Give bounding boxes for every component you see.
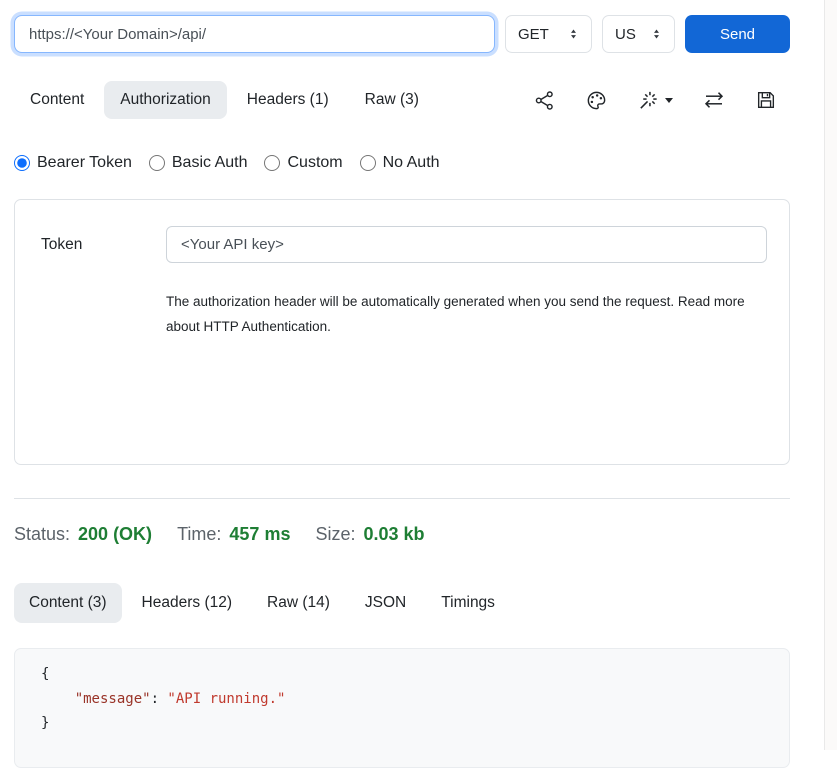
bearer-token-panel: Token The authorization header will be a… [14, 199, 790, 465]
response-tab-json[interactable]: JSON [350, 583, 421, 623]
theme-button[interactable] [585, 89, 608, 112]
token-field-group: The authorization header will be automat… [166, 226, 767, 464]
save-button[interactable] [755, 89, 777, 111]
response-tab-raw[interactable]: Raw (14) [252, 583, 345, 623]
json-close-brace: } [41, 711, 769, 736]
method-select-value: GET [518, 26, 549, 43]
bearer-token-radio[interactable] [14, 155, 30, 171]
basic-auth-radio[interactable] [149, 155, 165, 171]
custom-auth-radio[interactable] [264, 155, 280, 171]
auth-option-label: No Auth [383, 154, 440, 172]
tab-headers[interactable]: Headers (1) [231, 81, 345, 119]
chevron-down-icon [665, 98, 673, 103]
up-down-arrows-icon [568, 28, 579, 40]
palette-icon [585, 89, 608, 112]
tab-content[interactable]: Content [14, 81, 100, 119]
swap-button[interactable] [702, 88, 726, 112]
json-key: "message" [75, 691, 151, 707]
auth-type-options: Bearer Token Basic Auth Custom No Auth [14, 154, 790, 172]
section-divider [14, 498, 790, 499]
request-tabs-row: Content Authorization Headers (1) Raw (3… [14, 81, 790, 119]
tab-authorization[interactable]: Authorization [104, 81, 226, 119]
response-tabs: Content (3) Headers (12) Raw (14) JSON T… [14, 583, 790, 623]
share-icon [533, 89, 556, 112]
magic-wand-icon [637, 89, 660, 112]
time-value: 457 ms [229, 524, 290, 545]
region-select-value: US [615, 26, 636, 43]
response-status-bar: Status: 200 (OK) Time: 457 ms Size: 0.03… [14, 524, 790, 545]
auth-option-bearer-token[interactable]: Bearer Token [14, 154, 132, 172]
json-open-brace: { [41, 662, 769, 687]
api-tester-app: GET US Send Content Authorization Header… [0, 0, 837, 750]
up-down-arrows-icon [651, 28, 662, 40]
response-tab-content[interactable]: Content (3) [14, 583, 122, 623]
status-value: 200 (OK) [78, 524, 152, 545]
size-label: Size: [315, 524, 355, 545]
scrollbar-gutter[interactable] [824, 0, 837, 750]
token-help-text: The authorization header will be automat… [166, 289, 751, 339]
request-bar: GET US Send [14, 0, 790, 53]
json-string-value: "API running." [167, 691, 285, 707]
send-button[interactable]: Send [685, 15, 790, 53]
method-select[interactable]: GET [505, 15, 592, 53]
token-label: Token [41, 226, 166, 464]
json-message-line: "message": "API running." [41, 687, 769, 712]
response-body-panel: { "message": "API running." } [14, 648, 790, 768]
json-separator: : [151, 691, 168, 707]
url-input[interactable] [14, 15, 495, 53]
token-input[interactable] [166, 226, 767, 263]
main-content: GET US Send Content Authorization Header… [14, 0, 790, 768]
auth-option-label: Custom [287, 154, 342, 172]
response-tab-timings[interactable]: Timings [426, 583, 510, 623]
tab-raw[interactable]: Raw (3) [349, 81, 435, 119]
no-auth-radio[interactable] [360, 155, 376, 171]
auth-option-custom[interactable]: Custom [264, 154, 342, 172]
request-toolbar [533, 88, 777, 112]
time-label: Time: [177, 524, 221, 545]
response-tab-headers[interactable]: Headers (12) [127, 583, 247, 623]
auth-option-no-auth[interactable]: No Auth [360, 154, 440, 172]
status-label: Status: [14, 524, 70, 545]
size-value: 0.03 kb [364, 524, 425, 545]
region-select[interactable]: US [602, 15, 675, 53]
generate-code-button[interactable] [637, 89, 673, 112]
request-tabs: Content Authorization Headers (1) Raw (3… [14, 81, 435, 119]
share-button[interactable] [533, 89, 556, 112]
auth-option-basic-auth[interactable]: Basic Auth [149, 154, 248, 172]
auth-option-label: Bearer Token [37, 154, 132, 172]
auth-option-label: Basic Auth [172, 154, 248, 172]
swap-arrows-icon [702, 88, 726, 112]
save-icon [755, 89, 777, 111]
